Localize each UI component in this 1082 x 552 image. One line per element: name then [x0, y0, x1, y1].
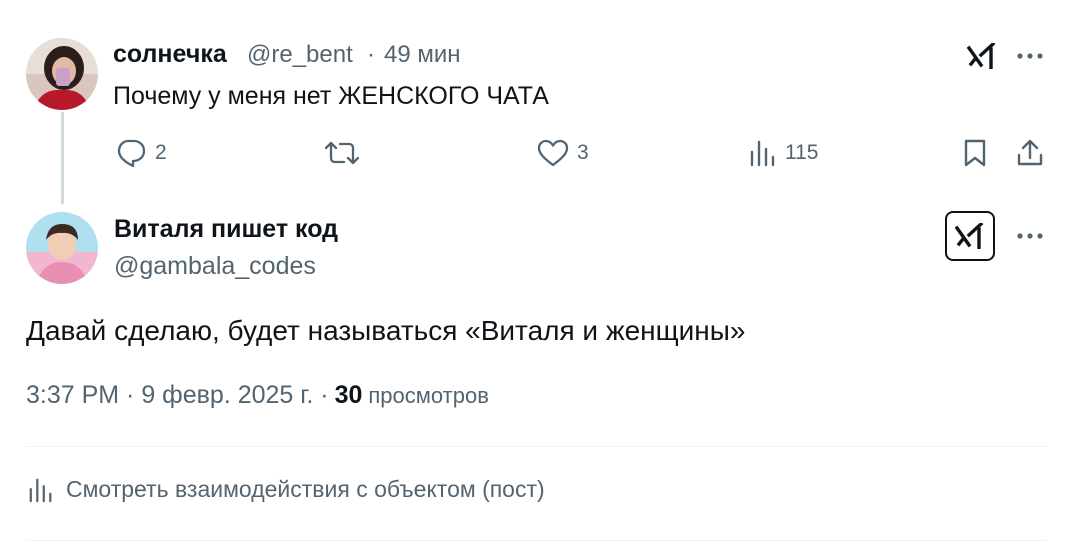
reply-icon — [117, 139, 146, 168]
views-icon — [29, 478, 52, 502]
grok-icon — [955, 223, 984, 249]
tweet-timestamp[interactable]: 3:37 PM · 9 февр. 2025 г. · — [26, 381, 329, 410]
main-handle[interactable]: @gambala_codes — [114, 252, 316, 281]
views-button[interactable]: 115 — [749, 135, 818, 171]
more-icon[interactable] — [1012, 42, 1048, 70]
reply-button[interactable]: 2 — [115, 135, 167, 171]
view-engagements-label: Смотреть взаимодействия с объектом (пост… — [66, 476, 545, 502]
bookmark-icon[interactable] — [958, 135, 992, 171]
parent-avatar[interactable] — [26, 38, 98, 110]
share-icon[interactable] — [1012, 135, 1048, 171]
main-display-name[interactable]: Виталя пишет код — [114, 215, 338, 244]
retweet-icon — [325, 141, 359, 165]
parent-display-name[interactable]: солнечка — [113, 40, 227, 69]
grok-button[interactable] — [945, 211, 995, 261]
like-count: 3 — [577, 141, 589, 164]
parent-tweet-text: Почему у меня нет ЖЕНСКОГО ЧАТА — [113, 82, 549, 110]
grok-icon[interactable] — [964, 40, 1000, 72]
main-avatar[interactable] — [26, 212, 98, 284]
view-count: 115 — [785, 141, 819, 164]
view-engagements-link[interactable]: Смотреть взаимодействия с объектом (пост… — [28, 476, 545, 503]
parent-handle[interactable]: @re_bent — [247, 41, 353, 69]
parent-separator: · — [367, 41, 375, 68]
like-button[interactable]: 3 — [537, 135, 589, 171]
divider — [26, 540, 1047, 541]
views-label: просмотров — [368, 383, 489, 408]
more-icon[interactable] — [1012, 222, 1048, 250]
reply-count: 2 — [155, 141, 167, 164]
views-count: 30 — [334, 381, 363, 409]
views-icon — [750, 140, 775, 167]
heart-icon — [537, 139, 569, 167]
divider — [26, 446, 1047, 447]
tweet-meta: 3:37 PM · 9 февр. 2025 г. · 30 просмотро… — [26, 381, 489, 410]
retweet-button[interactable] — [325, 135, 367, 171]
parent-time[interactable]: 49 мин — [384, 41, 461, 69]
thread-connector — [61, 112, 64, 204]
main-tweet-text: Давай сделаю, будет называться «Виталя и… — [26, 315, 746, 346]
